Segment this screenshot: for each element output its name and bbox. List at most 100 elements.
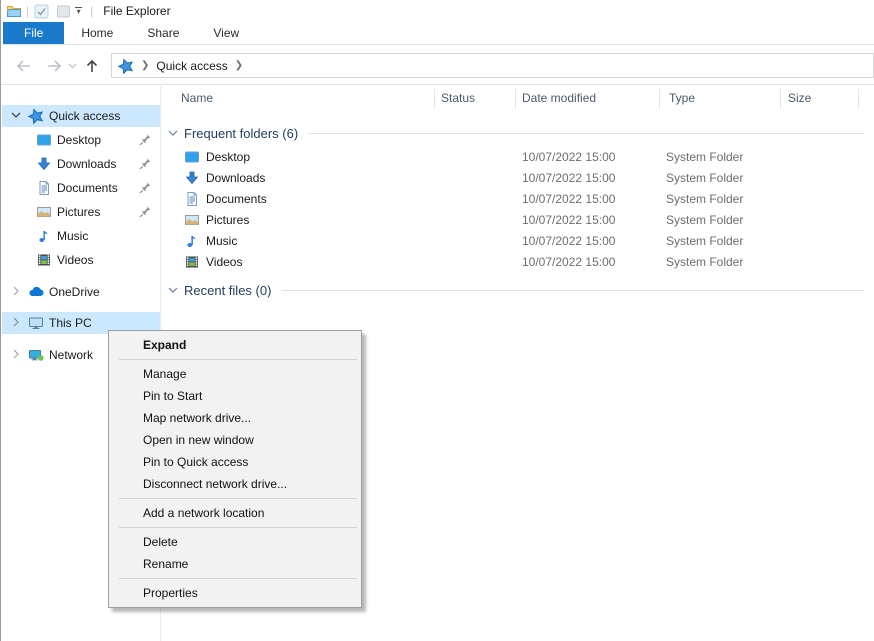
group-header-frequent-folders[interactable]: Frequent folders (6) xyxy=(168,125,864,141)
sidebar-item-onedrive[interactable]: OneDrive xyxy=(2,281,160,303)
file-explorer-window: | ▾ | File Explorer File Home Share View xyxy=(0,0,874,641)
chevron-right-icon[interactable] xyxy=(10,285,24,299)
column-divider[interactable] xyxy=(780,89,781,109)
network-icon xyxy=(28,347,44,363)
documents-icon xyxy=(184,191,200,207)
title-bar: | ▾ | File Explorer xyxy=(1,0,874,22)
chevron-down-icon xyxy=(168,129,178,137)
onedrive-cloud-icon xyxy=(28,284,44,300)
qat-customize-dropdown-icon[interactable]: ▾ xyxy=(75,7,82,15)
sidebar-item-videos[interactable]: Videos xyxy=(2,249,160,271)
file-row-videos[interactable]: Videos 10/07/2022 15:00 System Folder xyxy=(162,252,874,273)
pictures-icon xyxy=(184,212,200,228)
chevron-down-icon[interactable] xyxy=(10,109,24,123)
back-arrow-icon[interactable] xyxy=(13,55,35,77)
qat-properties-icon[interactable] xyxy=(33,3,49,19)
desktop-icon xyxy=(184,149,200,165)
menu-item-open-in-new-window[interactable]: Open in new window xyxy=(109,429,361,451)
column-type[interactable]: Type xyxy=(669,91,695,105)
column-divider[interactable] xyxy=(434,89,435,109)
qat-separator: | xyxy=(90,4,93,18)
menu-item-expand[interactable]: Expand xyxy=(109,334,361,356)
column-divider[interactable] xyxy=(858,89,859,109)
sidebar-item-label: Pictures xyxy=(57,205,100,219)
sidebar-item-desktop[interactable]: Desktop xyxy=(2,129,160,151)
column-name[interactable]: Name xyxy=(181,91,213,105)
group-header-recent-files[interactable]: Recent files (0) xyxy=(168,282,864,298)
downloads-icon xyxy=(36,156,52,172)
sidebar-item-label: OneDrive xyxy=(49,285,100,299)
tab-share[interactable]: Share xyxy=(130,22,196,44)
sidebar-item-quick-access[interactable]: Quick access xyxy=(2,105,160,127)
file-row-music[interactable]: Music 10/07/2022 15:00 System Folder xyxy=(162,231,874,252)
menu-separator xyxy=(119,527,357,528)
pin-icon xyxy=(138,133,152,147)
pin-icon xyxy=(138,205,152,219)
column-divider[interactable] xyxy=(659,89,660,109)
explorer-logo-icon xyxy=(6,3,22,19)
quick-access-star-icon xyxy=(28,108,44,124)
menu-item-map-network-drive[interactable]: Map network drive... xyxy=(109,407,361,429)
up-arrow-icon[interactable] xyxy=(81,55,103,77)
tab-view[interactable]: View xyxy=(196,22,256,44)
pin-icon xyxy=(138,181,152,195)
breadcrumb-root[interactable]: Quick access xyxy=(156,59,227,73)
column-date-modified[interactable]: Date modified xyxy=(522,91,596,105)
quick-access-star-icon xyxy=(118,58,134,74)
sidebar-item-music[interactable]: Music xyxy=(2,225,160,247)
forward-arrow-icon[interactable] xyxy=(43,55,65,77)
menu-item-add-network-location[interactable]: Add a network location xyxy=(109,502,361,524)
chevron-right-icon[interactable] xyxy=(10,316,24,330)
pin-icon xyxy=(138,157,152,171)
tab-home[interactable]: Home xyxy=(64,22,130,44)
ribbon-tab-bar: File Home Share View xyxy=(1,22,874,45)
sidebar-item-label: Documents xyxy=(57,181,118,195)
sidebar-item-label: Downloads xyxy=(57,157,116,171)
menu-item-disconnect-network-drive[interactable]: Disconnect network drive... xyxy=(109,473,361,495)
menu-separator xyxy=(119,359,357,360)
sidebar-item-documents[interactable]: Documents xyxy=(2,177,160,199)
column-status[interactable]: Status xyxy=(441,91,475,105)
pictures-icon xyxy=(36,204,52,220)
menu-separator xyxy=(119,498,357,499)
file-row-documents[interactable]: Documents 10/07/2022 15:00 System Folder xyxy=(162,189,874,210)
menu-separator xyxy=(119,578,357,579)
chevron-right-icon[interactable] xyxy=(10,348,24,362)
documents-icon xyxy=(36,180,52,196)
desktop-icon xyxy=(36,132,52,148)
this-pc-context-menu: Expand Manage Pin to Start Map network d… xyxy=(108,330,362,608)
this-pc-icon xyxy=(28,315,44,331)
menu-item-pin-to-quick-access[interactable]: Pin to Quick access xyxy=(109,451,361,473)
window-title: File Explorer xyxy=(103,4,170,18)
tab-file[interactable]: File xyxy=(3,22,64,44)
videos-icon xyxy=(184,254,200,270)
sidebar-item-label: Network xyxy=(49,348,93,362)
sidebar-item-downloads[interactable]: Downloads xyxy=(2,153,160,175)
videos-icon xyxy=(36,252,52,268)
recent-locations-chevron-icon[interactable] xyxy=(65,55,79,77)
sidebar-item-label: This PC xyxy=(49,316,92,330)
sidebar-item-label: Music xyxy=(57,229,88,243)
file-row-desktop[interactable]: Desktop 10/07/2022 15:00 System Folder xyxy=(162,147,874,168)
menu-item-pin-to-start[interactable]: Pin to Start xyxy=(109,385,361,407)
sidebar-item-label: Quick access xyxy=(49,109,120,123)
group-rule xyxy=(308,133,864,134)
chevron-down-icon xyxy=(168,286,178,294)
menu-item-properties[interactable]: Properties xyxy=(109,582,361,604)
breadcrumb-chevron-icon[interactable]: ❯ xyxy=(235,60,243,71)
breadcrumb-chevron-icon[interactable]: ❯ xyxy=(141,60,149,71)
music-icon xyxy=(184,233,200,249)
address-bar[interactable]: ❯ Quick access ❯ xyxy=(111,53,874,78)
column-size[interactable]: Size xyxy=(788,91,811,105)
file-row-downloads[interactable]: Downloads 10/07/2022 15:00 System Folder xyxy=(162,168,874,189)
column-headers: Name Status Date modified Type Size xyxy=(162,86,874,112)
menu-item-rename[interactable]: Rename xyxy=(109,553,361,575)
qat-new-folder-icon[interactable] xyxy=(55,3,71,19)
column-divider[interactable] xyxy=(515,89,516,109)
sidebar-item-pictures[interactable]: Pictures xyxy=(2,201,160,223)
file-row-pictures[interactable]: Pictures 10/07/2022 15:00 System Folder xyxy=(162,210,874,231)
sidebar-item-label: Videos xyxy=(57,253,93,267)
menu-item-manage[interactable]: Manage xyxy=(109,363,361,385)
group-rule xyxy=(281,290,864,291)
menu-item-delete[interactable]: Delete xyxy=(109,531,361,553)
